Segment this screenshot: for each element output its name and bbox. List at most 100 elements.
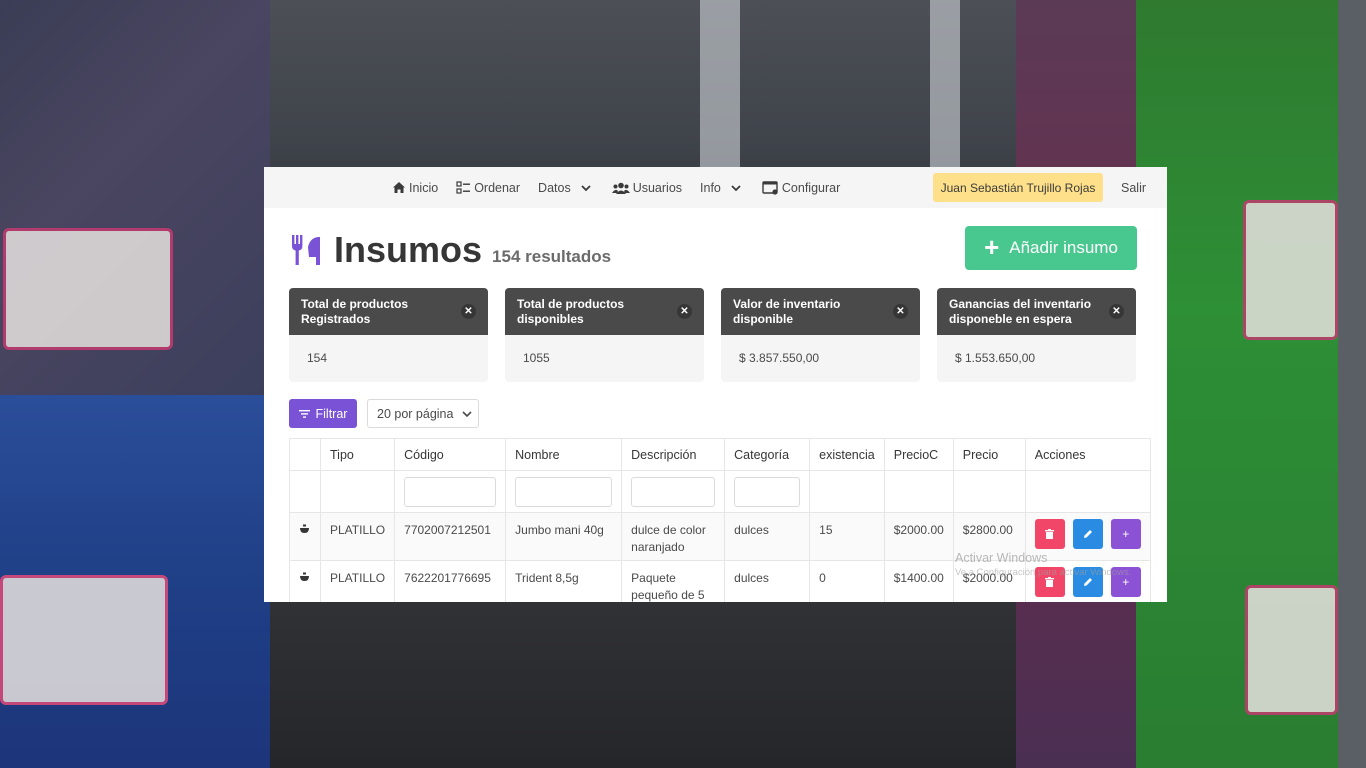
card-title: Valor de inventario (733, 297, 841, 311)
filter-button[interactable]: Filtrar (289, 399, 357, 428)
cell-existencia: 15 (809, 512, 885, 561)
column-header[interactable]: Código (394, 438, 507, 471)
descripcion-line: naranjado (631, 540, 685, 554)
pencil-icon (1083, 530, 1092, 538)
nav-item-label: Configurar (781, 180, 841, 195)
card-header: Valor de inventario disponible ✕ (721, 288, 920, 335)
home-icon (393, 182, 405, 193)
filter-icon (298, 409, 310, 418)
edit-button[interactable] (1072, 519, 1103, 549)
close-icon[interactable]: ✕ (461, 304, 476, 319)
delete-button[interactable] (1034, 519, 1065, 549)
summary-card: Total de productos Registrados ✕ 154 (289, 288, 488, 382)
card-title: Total de productos (301, 297, 409, 311)
watermark-subtitle: Ve a Configuración para activar Windows. (955, 567, 1132, 578)
user-name-button[interactable]: Juan Sebastián Trujillo Rojas (933, 173, 1103, 202)
trash-icon (1045, 529, 1055, 539)
windows-activation-watermark: Activar Windows Ve a Configuración para … (955, 551, 1131, 578)
add-supply-label: Añadir insumo (1009, 238, 1118, 257)
add-supply-button[interactable]: + Añadir insumo (965, 226, 1137, 270)
navbar: Inicio Ordenar Datos Usuarios Info Confi… (264, 167, 1167, 208)
cell-precioC: $1400.00 (883, 560, 954, 602)
cell-tipo: PLATILLO (319, 560, 396, 602)
card-value: $ 3.857.550,00 (739, 351, 820, 365)
nav-item-info[interactable]: Info (700, 181, 744, 195)
nav-links: Inicio Ordenar Datos Usuarios Info Confi… (392, 167, 840, 208)
nav-item-inicio[interactable]: Inicio (392, 181, 438, 195)
card-title: Registrados (301, 312, 371, 326)
descripcion-search-input[interactable] (631, 476, 716, 507)
column-header[interactable]: Categoría (724, 438, 811, 471)
column-header (289, 438, 321, 471)
logout-link[interactable]: Salir (1121, 167, 1146, 208)
cell-precioC: $2000.00 (883, 512, 954, 561)
pencil-icon (1083, 578, 1092, 586)
column-header[interactable]: PrecioC (883, 438, 954, 471)
cell-existencia: 0 (809, 560, 885, 602)
nav-item-ordenar[interactable]: Ordenar (456, 181, 520, 195)
close-icon[interactable]: ✕ (1109, 304, 1124, 319)
close-icon[interactable]: ✕ (893, 304, 908, 319)
card-value: $ 1.553.650,00 (955, 351, 1036, 365)
add-stock-button[interactable]: + (1110, 519, 1141, 549)
card-title: Ganancias del inventario (949, 297, 1092, 311)
nav-item-label: Inicio (409, 180, 439, 195)
table-header-row: Tipo Código Nombre Descripción Categoría… (289, 438, 1151, 471)
cell-tipo: PLATILLO (319, 512, 396, 561)
page-title: Insumos (334, 229, 483, 270)
filter-label: Filtrar (315, 406, 348, 421)
page-header: Insumos 154 resultados (290, 229, 611, 271)
nav-item-label: Info (700, 180, 721, 195)
cell-categoria: dulces (724, 560, 811, 602)
plus-icon: + (984, 231, 1000, 262)
card-title: disponeble en espera (949, 312, 1072, 326)
checklist-icon (456, 181, 471, 194)
card-title: disponibles (517, 312, 584, 326)
per-page-select[interactable]: 20 por página (367, 399, 479, 428)
column-search-row (289, 470, 1151, 513)
column-header[interactable]: Descripción (621, 438, 726, 471)
descripcion-line: dulce de color (631, 523, 706, 537)
close-icon[interactable]: ✕ (677, 304, 692, 319)
categoria-search-input[interactable] (734, 476, 801, 507)
column-header[interactable]: Nombre (505, 438, 623, 471)
summary-card: Valor de inventario disponible ✕ $ 3.857… (721, 288, 920, 382)
watermark-title: Activar Windows (955, 551, 1048, 565)
nav-item-datos[interactable]: Datos (538, 181, 594, 195)
cell-nombre: Trident 8,5g (505, 560, 623, 602)
users-icon (611, 182, 630, 194)
column-header: Acciones (1024, 438, 1151, 471)
cell-categoria: dulces (724, 512, 811, 561)
dish-icon (300, 524, 309, 533)
nombre-search-input[interactable] (515, 476, 613, 507)
descripcion-line: pequeño de 5 (631, 588, 705, 602)
descripcion-line: Paquete (631, 571, 676, 585)
codigo-search-input[interactable] (404, 476, 497, 507)
column-header[interactable]: Tipo (319, 438, 396, 471)
card-title: disponible (733, 312, 793, 326)
summary-card: Total de productos disponibles ✕ 1055 (505, 288, 704, 382)
column-header[interactable]: Precio (952, 438, 1026, 471)
cell-descripcion: Paquete pequeño de 5 (621, 560, 726, 602)
nav-item-configurar[interactable]: Configurar (762, 181, 840, 195)
results-count: 154 resultados (492, 247, 612, 266)
chevron-down-icon (581, 184, 591, 191)
card-value: 1055 (523, 351, 550, 365)
cell-codigo: 7622201776695 (394, 560, 507, 602)
summary-card: Ganancias del inventario disponeble en e… (937, 288, 1136, 382)
cell-codigo: 7702007212501 (394, 512, 507, 561)
column-header[interactable]: existencia (809, 438, 885, 471)
card-title: Total de productos (517, 297, 625, 311)
cell-descripcion: dulce de color naranjado (621, 512, 726, 561)
card-header: Total de productos disponibles ✕ (505, 288, 704, 335)
card-header: Ganancias del inventario disponeble en e… (937, 288, 1136, 335)
dish-icon (300, 572, 309, 581)
trash-icon (1045, 577, 1055, 587)
nav-item-label: Ordenar (474, 180, 521, 195)
settings-window-icon (762, 180, 778, 195)
filter-bar: Filtrar 20 por página (289, 399, 479, 428)
per-page-value: 20 por página (377, 406, 454, 421)
card-value: 154 (307, 351, 328, 365)
summary-cards: Total de productos Registrados ✕ 154 Tot… (289, 288, 1136, 382)
nav-item-usuarios[interactable]: Usuarios (611, 181, 682, 195)
